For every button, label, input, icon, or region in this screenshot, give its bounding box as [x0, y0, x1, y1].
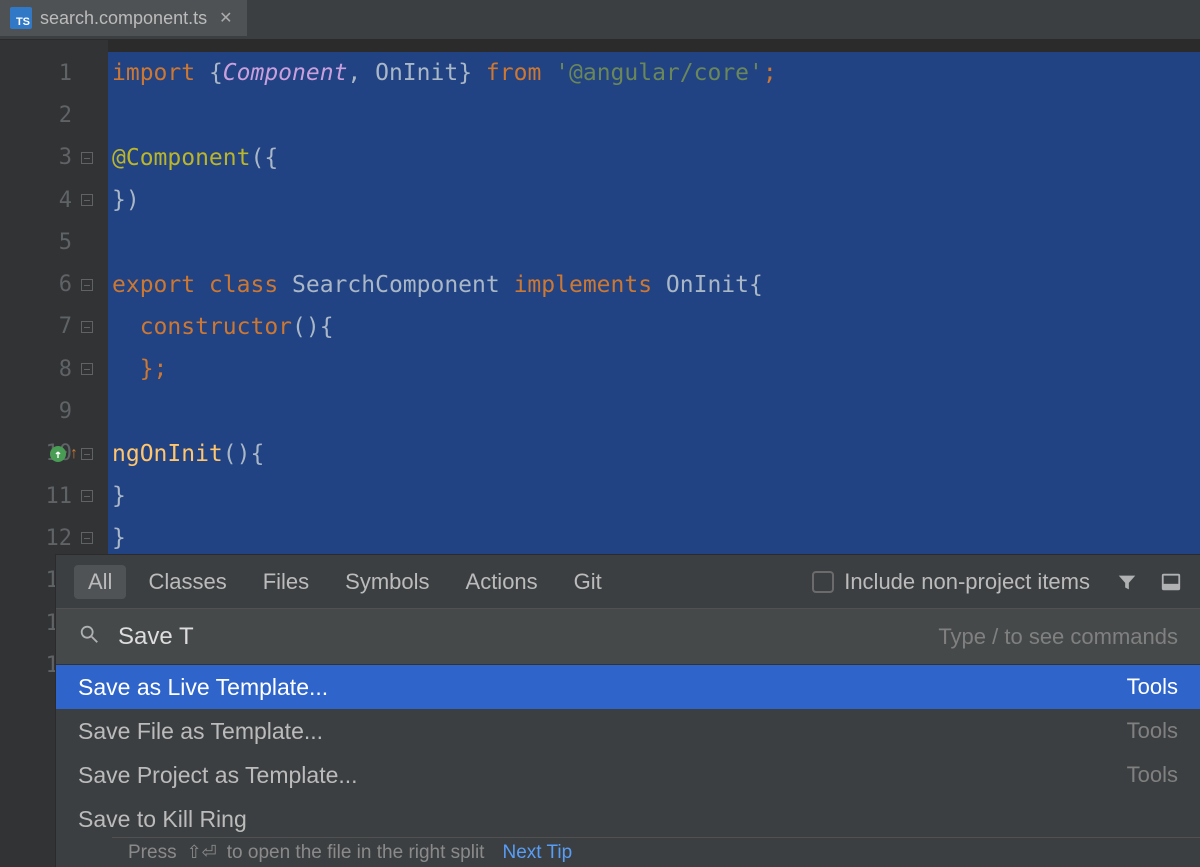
search-everywhere-popup: All Classes Files Symbols Actions Git In…: [56, 555, 1200, 867]
editor-tab[interactable]: TS search.component.ts ✕: [0, 0, 247, 39]
result-label: Save Project as Template...: [78, 762, 358, 789]
code-line: @Component({: [108, 137, 1200, 179]
code-line: ngOnInit(){: [108, 433, 1200, 475]
filter-icon[interactable]: [1116, 571, 1138, 593]
code-line: export class SearchComponent implements …: [108, 263, 1200, 305]
fold-icon[interactable]: [81, 152, 93, 164]
code-line: }: [108, 475, 1200, 517]
search-result-item[interactable]: Save Project as Template... Tools: [56, 753, 1200, 797]
next-tip-link[interactable]: Next Tip: [502, 842, 572, 864]
code-line: constructor(){: [108, 306, 1200, 348]
fold-icon[interactable]: [81, 448, 93, 460]
search-icon: [78, 623, 100, 651]
shortcut-icon: ⇧⏎: [187, 842, 217, 863]
search-result-item[interactable]: Save to Kill Ring: [56, 797, 1200, 841]
line-number: 4: [32, 188, 72, 213]
ide-root: TS search.component.ts ✕ 1 2 3 4 5 6 7 8…: [0, 0, 1200, 867]
override-up-icon: ↑: [70, 445, 78, 463]
search-tabs: All Classes Files Symbols Actions Git In…: [56, 555, 1200, 609]
search-tab-files[interactable]: Files: [249, 565, 323, 599]
open-in-tool-window-icon[interactable]: [1160, 571, 1182, 593]
line-number: 12: [32, 526, 72, 551]
code-line: [108, 390, 1200, 432]
search-tab-symbols[interactable]: Symbols: [331, 565, 443, 599]
tab-filename: search.component.ts: [40, 8, 207, 29]
close-icon[interactable]: ✕: [219, 8, 232, 28]
line-number: 3: [32, 145, 72, 170]
tab-bar: TS search.component.ts ✕: [0, 0, 1200, 40]
line-number: 7: [32, 314, 72, 339]
code-line: }: [108, 517, 1200, 559]
result-category: Tools: [1127, 674, 1178, 700]
search-tab-git[interactable]: Git: [560, 565, 616, 599]
search-tab-all[interactable]: All: [74, 565, 126, 599]
search-result-item[interactable]: Save File as Template... Tools: [56, 709, 1200, 753]
fold-icon[interactable]: [81, 490, 93, 502]
code-line: [108, 94, 1200, 136]
search-hint: Type / to see commands: [938, 624, 1178, 650]
line-number: 1: [32, 61, 72, 86]
status-bar: Press ⇧⏎ to open the file in the right s…: [112, 837, 1200, 867]
fold-icon[interactable]: [81, 194, 93, 206]
fold-icon[interactable]: [81, 279, 93, 291]
status-text-suffix: to open the file in the right split: [227, 842, 485, 864]
line-number: 8: [32, 357, 72, 382]
search-tab-actions[interactable]: Actions: [452, 565, 552, 599]
include-non-project-label: Include non-project items: [844, 569, 1090, 595]
fold-icon[interactable]: [81, 363, 93, 375]
line-number: 11: [32, 484, 72, 509]
search-input-row: Save T Type / to see commands: [56, 609, 1200, 665]
typescript-file-icon: TS: [10, 7, 32, 29]
result-category: Tools: [1127, 718, 1178, 744]
fold-icon[interactable]: [81, 532, 93, 544]
search-results-list: Save as Live Template... Tools Save File…: [56, 665, 1200, 841]
code-line: import {Component, OnInit} from '@angula…: [108, 52, 1200, 94]
fold-icon[interactable]: [81, 321, 93, 333]
code-line: }): [108, 179, 1200, 221]
code-line: };: [108, 348, 1200, 390]
line-number: 6: [32, 272, 72, 297]
search-tab-classes[interactable]: Classes: [134, 565, 240, 599]
line-number: 9: [32, 399, 72, 424]
search-input[interactable]: Save T: [118, 623, 920, 651]
result-label: Save as Live Template...: [78, 674, 328, 701]
search-result-item[interactable]: Save as Live Template... Tools: [56, 665, 1200, 709]
line-number: 2: [32, 103, 72, 128]
status-text-prefix: Press: [128, 842, 177, 864]
override-gutter-icon[interactable]: [50, 446, 66, 462]
result-category: Tools: [1127, 762, 1178, 788]
checkbox-icon: [812, 571, 834, 593]
line-number: 5: [32, 230, 72, 255]
code-line: [108, 221, 1200, 263]
result-label: Save to Kill Ring: [78, 806, 247, 833]
result-label: Save File as Template...: [78, 718, 323, 745]
include-non-project-checkbox[interactable]: Include non-project items: [812, 569, 1090, 595]
